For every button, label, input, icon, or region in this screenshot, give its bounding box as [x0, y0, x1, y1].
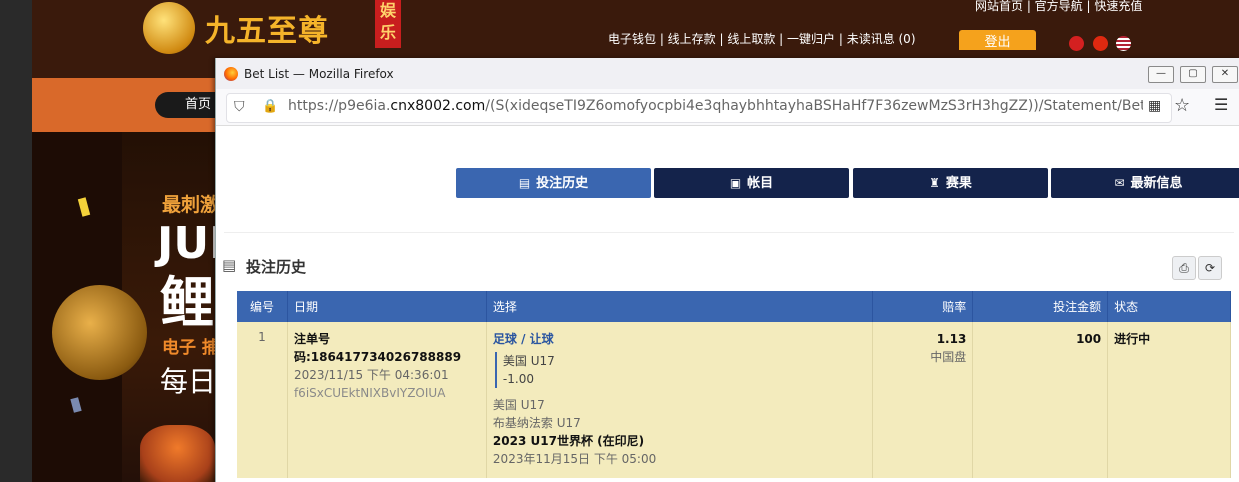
pick-block: 美国 U17 -1.00	[494, 352, 866, 388]
bet-status: 进行中	[1114, 332, 1151, 346]
bet-type: 足球 / 让球	[492, 332, 554, 346]
receipt-icon: ▤	[518, 176, 531, 190]
close-button[interactable]: ✕	[1212, 66, 1238, 83]
row-no: 1	[237, 322, 288, 478]
promo-daily: 每日	[160, 365, 217, 398]
divider	[224, 232, 1234, 233]
row-status-cell: 进行中	[1107, 322, 1231, 478]
odds-value: 1.13	[936, 332, 967, 346]
bet-list-table: 编号 日期 选择 赔率 投注金额 状态 1 注单号码:1864177340267…	[237, 291, 1231, 478]
ticket-number: 注单号码:186417734026788889	[293, 332, 462, 364]
refresh-button[interactable]: ⟳	[1198, 256, 1222, 280]
us-flag-icon[interactable]	[1116, 36, 1131, 51]
row-selection-cell: 足球 / 让球 美国 U17 -1.00 美国 U17 布基纳法索 U17 20…	[486, 322, 874, 478]
row-amount-cell: 100	[972, 322, 1109, 478]
col-amount: 投注金额	[972, 291, 1109, 322]
pick-handicap: -1.00	[502, 372, 534, 386]
koi-fish-image	[140, 425, 215, 482]
refresh-icon: ⟳	[1204, 261, 1216, 275]
cn-flag-icon[interactable]	[1093, 36, 1108, 51]
site-logo-text: 九五至尊	[205, 14, 329, 49]
clipboard-icon: ▤	[222, 256, 237, 274]
odds-type: 中国盘	[930, 350, 967, 364]
col-selection: 选择	[486, 291, 874, 322]
section-title: ▤ 投注历史	[222, 256, 307, 276]
url-text[interactable]: https://p9e6ia.cnx8002.com/(S(xideqseTI9…	[288, 98, 1143, 114]
col-status: 状态	[1107, 291, 1231, 322]
pick-team: 美国 U17	[502, 354, 555, 368]
trophy-icon: ♜	[929, 176, 940, 190]
hk-flag-icon[interactable]	[1069, 36, 1084, 51]
bet-amount: 100	[1076, 332, 1102, 346]
col-no: 编号	[237, 291, 288, 322]
page-content: ▤ 投注历史 ▣ 帐目 ♜ 赛果 ✉ 最新信息 ▤ 投注历史 ⎙ ⟳ 编号 日期 选择 …	[216, 126, 1239, 482]
league-name: 2023 U17世界杯 (在印尼)	[492, 434, 645, 448]
away-team: 布基纳法索 U17	[492, 416, 581, 430]
account-links[interactable]: 电子钱包 | 线上存款 | 线上取款 | 一键归户 | 未读讯息 (0)	[608, 30, 916, 47]
left-panel	[0, 0, 32, 482]
top-links[interactable]: 网站首页 | 官方导航 | 快速充值	[975, 0, 1142, 14]
window-title: Bet List — Mozilla Firefox	[244, 67, 394, 81]
restore-button[interactable]: ▢	[1180, 66, 1206, 83]
firefox-window: Bet List — Mozilla Firefox — ▢ ✕ ⛉ 🔒 htt…	[215, 58, 1239, 482]
gold-coin-image	[52, 285, 147, 380]
tab-statement[interactable]: ▣ 帐目	[654, 168, 849, 198]
table-header-row: 编号 日期 选择 赔率 投注金额 状态	[237, 291, 1231, 322]
print-button[interactable]: ⎙	[1172, 256, 1196, 280]
ledger-icon: ▣	[729, 176, 742, 190]
tab-messages[interactable]: ✉ 最新信息	[1051, 168, 1239, 198]
logout-button[interactable]: 登出	[959, 30, 1036, 50]
table-row: 1 注单号码:186417734026788889 2023/11/15 下午 …	[237, 322, 1231, 478]
bet-reference: f6iSxCUEktNIXBvIYZOIUA	[293, 386, 446, 400]
firefox-icon	[224, 67, 238, 81]
title-bar[interactable]: Bet List — Mozilla Firefox — ▢ ✕	[216, 58, 1239, 89]
promo-title-cn: 鲤	[160, 271, 214, 334]
tab-bet-history[interactable]: ▤ 投注历史	[456, 168, 651, 198]
logo-seal: 娱乐	[375, 0, 401, 48]
promo-subtitle: 电子 捕	[162, 338, 219, 358]
match-time: 2023年11月15日 下午 05:00	[492, 452, 657, 466]
lock-icon[interactable]: 🔒	[262, 99, 278, 114]
tab-results[interactable]: ♜ 赛果	[853, 168, 1048, 198]
col-odds: 赔率	[872, 291, 974, 322]
col-date: 日期	[287, 291, 487, 322]
promo-headline: 最刺激	[162, 194, 220, 216]
shield-icon[interactable]: ⛉	[234, 99, 245, 115]
bet-datetime: 2023/11/15 下午 04:36:01	[293, 368, 449, 382]
logo-icon	[143, 2, 195, 54]
minimize-button[interactable]: —	[1148, 66, 1174, 83]
home-team: 美国 U17	[492, 398, 545, 412]
qr-code-icon[interactable]: ▦	[1148, 98, 1161, 114]
bookmark-star-icon[interactable]: ☆	[1174, 95, 1190, 116]
mail-icon: ✉	[1114, 176, 1125, 190]
printer-icon: ⎙	[1179, 261, 1189, 275]
hamburger-menu-icon[interactable]: ☰	[1214, 95, 1228, 114]
row-odds-cell: 1.13 中国盘	[872, 322, 974, 478]
row-date-cell: 注单号码:186417734026788889 2023/11/15 下午 04…	[287, 322, 487, 478]
